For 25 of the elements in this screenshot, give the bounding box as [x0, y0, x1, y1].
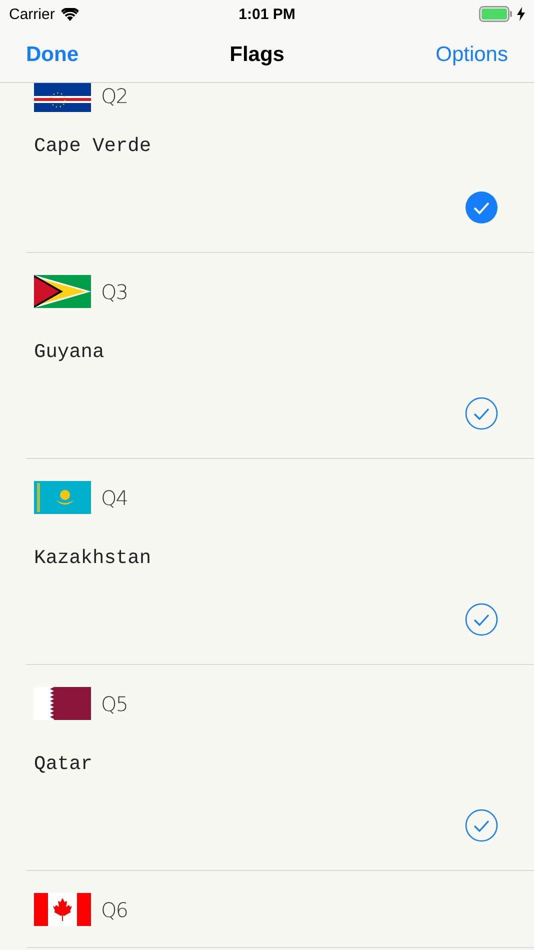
clock-time: 1:01 PM: [238, 6, 296, 22]
checkmark-icon[interactable]: [465, 603, 498, 636]
done-button[interactable]: Done: [26, 43, 78, 67]
question-number: Q6: [101, 898, 128, 922]
wifi-icon: [60, 8, 79, 20]
carrier-name: Carrier: [9, 6, 55, 22]
question-number: Q5: [101, 692, 128, 716]
country-name: Kazakhstan: [34, 547, 152, 569]
flag-icon: [34, 687, 91, 720]
flag-icon: [34, 481, 91, 514]
question-number: Q3: [101, 280, 128, 304]
checkmark-icon[interactable]: [465, 191, 498, 224]
country-name: Guyana: [34, 341, 106, 363]
screen-title: Flags: [230, 43, 284, 67]
charging-bolt-icon: [516, 7, 525, 21]
battery-icon: [478, 6, 513, 22]
checkmark-icon[interactable]: [465, 397, 498, 430]
options-button[interactable]: Options: [436, 43, 508, 67]
checkmark-icon[interactable]: [465, 809, 498, 842]
question-number: Q4: [101, 486, 128, 510]
flag-icon: [34, 275, 91, 308]
country-name: Qatar: [34, 753, 94, 775]
question-number: Q2: [101, 84, 128, 108]
flag-icon: [34, 893, 91, 926]
country-name: Cape Verde: [34, 135, 152, 157]
